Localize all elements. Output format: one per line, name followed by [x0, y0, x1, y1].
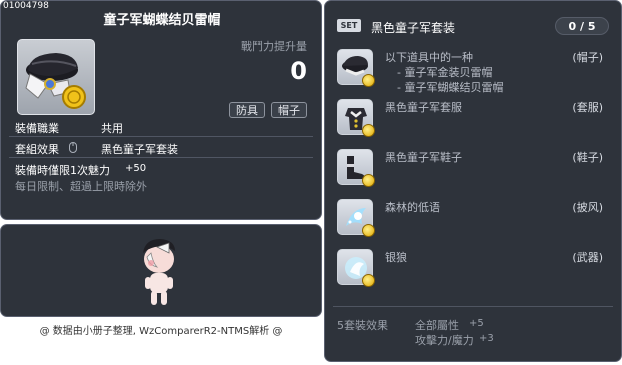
- set-piece-hat[interactable]: [337, 49, 375, 87]
- set-info-panel: SET 黑色童子军套装 0 / 5 以下道具中的一种 - 童子军金装贝雷帽 - …: [324, 0, 622, 362]
- piece-type: (帽子): [572, 51, 603, 64]
- coin-icon: [362, 74, 375, 87]
- coin-icon: [362, 124, 375, 137]
- avatar: [143, 239, 175, 305]
- piece-type: (套服): [572, 101, 603, 114]
- credit-text: @ 数据由小册子整理, WzComparerR2-NTMS解析 @: [39, 326, 283, 337]
- piece-type: (武器): [572, 251, 603, 264]
- piece-type: (披风): [572, 201, 603, 214]
- set-effect-label: 5套裝效果: [337, 319, 388, 332]
- set-value: 黑色童子军套装: [101, 143, 178, 156]
- effect-value: +5: [469, 318, 484, 329]
- item-title: 童子军蝴蝶结贝雷帽: [103, 13, 221, 28]
- effect-stat: 全部屬性: [415, 319, 459, 332]
- coin-icon: [362, 174, 375, 187]
- coin-icon: [362, 274, 375, 287]
- piece-name: 黑色童子军套服: [385, 101, 462, 114]
- item-icon-frame: [17, 39, 95, 115]
- set-count: 0 / 5: [555, 17, 609, 35]
- piece-name: 银狼: [385, 251, 407, 264]
- divider: [9, 157, 313, 158]
- bonus-label: 裝備時僅限1次魅力: [15, 164, 110, 177]
- tag-category: 防具: [229, 102, 265, 118]
- effect-value: +3: [479, 333, 494, 344]
- job-label: 裝備職業: [15, 122, 59, 135]
- piece-option: - 童子军蝴蝶结贝雷帽: [397, 81, 504, 94]
- limit-text: 每日限制、超過上限時除外: [15, 180, 147, 193]
- mouse-icon: [69, 142, 77, 153]
- piece-name: 以下道具中的一种: [385, 51, 473, 64]
- avatar-preview-panel: [0, 224, 322, 317]
- divider: [333, 306, 613, 307]
- item-tooltip-panel: 01004798 童子军蝴蝶结贝雷帽 戰鬥力提升量 0 防具 帽子 裝備職業 共…: [0, 0, 322, 220]
- power-label: 戰鬥力提升量: [241, 40, 307, 53]
- bonus-value: +50: [125, 163, 147, 174]
- piece-name: 黑色童子军鞋子: [385, 151, 462, 164]
- divider: [9, 136, 313, 137]
- effect-stat: 攻擊力/魔力: [415, 334, 474, 347]
- coin-icon: [362, 224, 375, 237]
- set-piece-weapon[interactable]: [337, 249, 375, 287]
- piece-type: (鞋子): [572, 151, 603, 164]
- power-value: 0: [290, 57, 307, 85]
- set-piece-cape[interactable]: [337, 199, 375, 237]
- job-value: 共用: [101, 122, 123, 135]
- piece-option: - 童子军金装贝雷帽: [397, 66, 493, 79]
- set-piece-shoes[interactable]: [337, 149, 375, 187]
- set-badge: SET: [337, 19, 361, 32]
- tag-slot: 帽子: [271, 102, 307, 118]
- piece-name: 森林的低语: [385, 201, 440, 214]
- set-label: 套組效果: [15, 143, 59, 156]
- set-name: 黑色童子军套装: [371, 21, 456, 35]
- beret-icon: [25, 53, 86, 109]
- set-piece-outfit[interactable]: [337, 99, 375, 137]
